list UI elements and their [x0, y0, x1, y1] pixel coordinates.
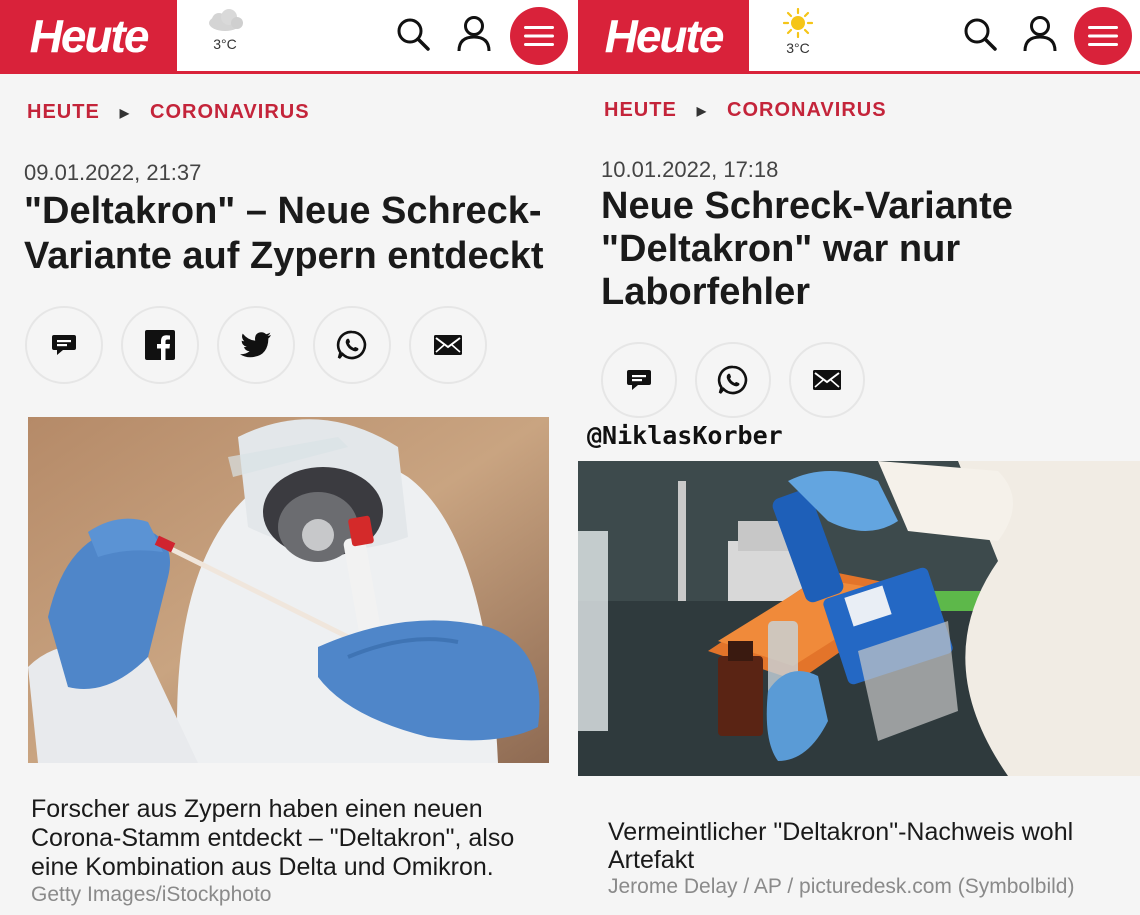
- hamburger-icon: [524, 26, 554, 46]
- facebook-icon: [145, 330, 175, 360]
- headline-line: Neue Schreck-Variante: [601, 185, 1013, 227]
- caption-line: Corona-Stamm entdeckt – "Deltakron", als…: [31, 824, 515, 852]
- search-icon[interactable]: [393, 14, 433, 54]
- breadcrumb-home[interactable]: HEUTE: [27, 101, 100, 124]
- article-photo[interactable]: [578, 461, 1140, 776]
- breadcrumb-separator-icon: ▶: [119, 105, 131, 120]
- article-right: Heute 3°C HEUTE ▶ CORONAVIRUS 10.01.2022…: [578, 0, 1140, 915]
- article-left: Heute 3°C HEUTE ▶ CORONAVIRUS 09.01.2022…: [0, 0, 578, 915]
- breadcrumb: HEUTE ▶ CORONAVIRUS: [27, 101, 310, 124]
- breadcrumb: HEUTE ▶ CORONAVIRUS: [604, 99, 887, 122]
- user-icon[interactable]: [454, 14, 494, 54]
- whatsapp-share-button[interactable]: [695, 342, 771, 418]
- comment-icon: [627, 370, 651, 390]
- headline-line: "Deltakron" – Neue Schreck-: [24, 190, 542, 232]
- headline-line: Laborfehler: [601, 271, 811, 313]
- caption-line: eine Kombination aus Delta und Omikron.: [31, 853, 494, 881]
- photo-credit: Jerome Delay / AP / picturedesk.com (Sym…: [608, 875, 1075, 898]
- comment-button[interactable]: [601, 342, 677, 418]
- mail-share-button[interactable]: [409, 306, 487, 384]
- comment-button[interactable]: [25, 306, 103, 384]
- heute-logo[interactable]: Heute: [578, 0, 749, 72]
- twitter-icon: [240, 332, 271, 358]
- headline-line: Variante auf Zypern entdeckt: [24, 235, 544, 277]
- breadcrumb-section[interactable]: CORONAVIRUS: [150, 101, 310, 124]
- weather-temperature: 3°C: [213, 36, 237, 52]
- search-icon[interactable]: [960, 14, 1000, 54]
- share-buttons: [601, 342, 883, 418]
- whatsapp-icon: [717, 365, 748, 395]
- article-headline: "Deltakron" – Neue Schreck- Variante auf…: [24, 189, 564, 279]
- heute-logo[interactable]: Heute: [0, 0, 177, 72]
- header-bar: Heute 3°C: [578, 0, 1140, 74]
- headline-line: "Deltakron" war nur: [601, 228, 961, 270]
- weather-temperature: 3°C: [786, 40, 810, 56]
- caption-line: Artefakt: [608, 846, 695, 874]
- comment-icon: [52, 335, 76, 355]
- watermark-handle: @NiklasKorber: [587, 421, 783, 450]
- hamburger-icon: [1088, 26, 1118, 46]
- photo-caption: Vermeintlicher "Deltakron"-Nachweis wohl…: [608, 818, 1128, 874]
- menu-button[interactable]: [510, 7, 568, 65]
- caption-line: Vermeintlicher "Deltakron"-Nachweis wohl: [608, 818, 1074, 846]
- mail-share-button[interactable]: [789, 342, 865, 418]
- weather-widget[interactable]: 3°C: [195, 8, 255, 52]
- menu-button[interactable]: [1074, 7, 1132, 65]
- header-bar: Heute 3°C: [0, 0, 578, 74]
- whatsapp-share-button[interactable]: [313, 306, 391, 384]
- mail-icon: [813, 370, 841, 390]
- photo-caption: Forscher aus Zypern haben einen neuen Co…: [31, 795, 571, 882]
- whatsapp-icon: [336, 330, 367, 360]
- breadcrumb-section[interactable]: CORONAVIRUS: [727, 99, 887, 122]
- caption-line: Forscher aus Zypern haben einen neuen: [31, 795, 483, 823]
- twitter-share-button[interactable]: [217, 306, 295, 384]
- cloud-icon: [209, 9, 243, 31]
- article-headline: Neue Schreck-Variante "Deltakron" war nu…: [601, 185, 1131, 314]
- breadcrumb-home[interactable]: HEUTE: [604, 99, 677, 122]
- user-icon[interactable]: [1020, 14, 1060, 54]
- facebook-share-button[interactable]: [121, 306, 199, 384]
- photo-credit: Getty Images/iStockphoto: [31, 883, 272, 906]
- share-buttons: [25, 306, 505, 384]
- sun-icon: [783, 8, 813, 38]
- mail-icon: [434, 335, 462, 355]
- publish-date: 09.01.2022, 21:37: [24, 160, 202, 185]
- weather-widget[interactable]: 3°C: [768, 8, 828, 56]
- article-photo[interactable]: [28, 417, 549, 763]
- breadcrumb-separator-icon: ▶: [696, 103, 708, 118]
- publish-date: 10.01.2022, 17:18: [601, 157, 779, 182]
